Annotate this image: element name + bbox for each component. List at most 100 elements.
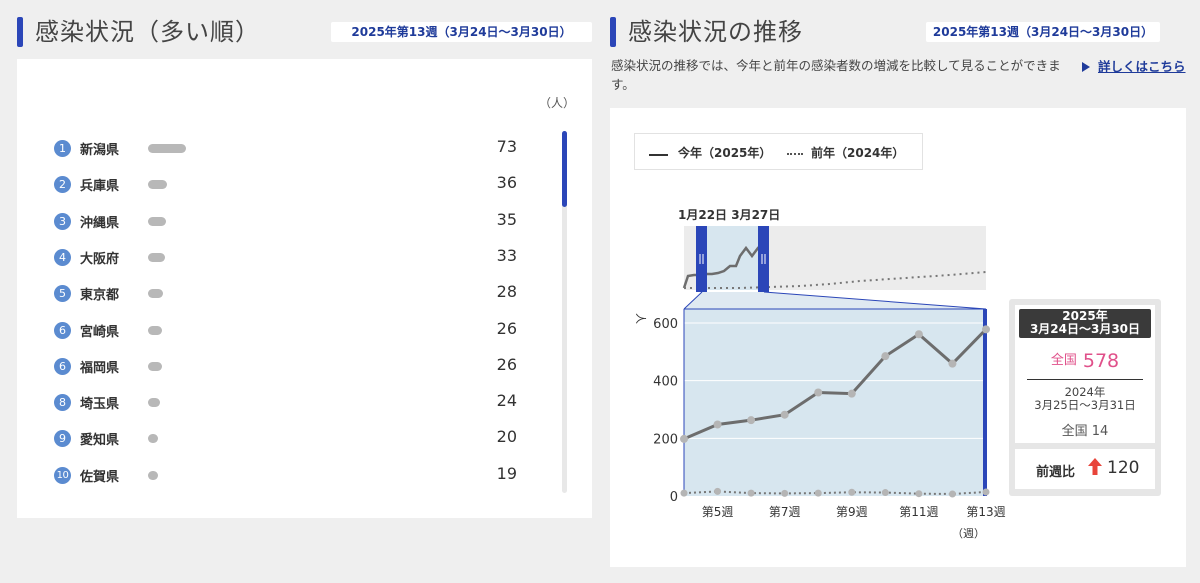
x-tick-label: 第7週 <box>769 505 801 519</box>
ranking-row: 3 沖縄県 35 <box>17 209 557 249</box>
info-box: 2025年 3月24日〜3月30日 全国 578 2024年 3月25日〜3月31… <box>1009 299 1161 496</box>
rank-number-badge: 6 <box>54 357 71 375</box>
brush-range-label: 1月22日 3月27日 <box>678 208 780 222</box>
rank-number-badge: 1 <box>54 140 71 157</box>
up-arrow-icon <box>1088 458 1102 475</box>
brush-handle-right[interactable] <box>758 226 769 292</box>
zoom-connector <box>684 292 986 309</box>
info-date-badge: 2025年 3月24日〜3月30日 <box>1019 309 1151 338</box>
ranking-row: 8 埼玉県 24 <box>17 391 557 430</box>
info-prev-range: 3月25日〜3月31日 <box>1034 398 1136 412</box>
header-accent-bar <box>17 17 23 47</box>
ranking-row: 6 福岡県 26 <box>17 354 557 394</box>
plot-area <box>684 309 986 496</box>
previous-year-point <box>915 490 923 498</box>
rank-number-badge: 8 <box>54 394 71 412</box>
y-tick-label: 400 <box>653 375 678 390</box>
play-triangle-icon <box>1082 62 1090 72</box>
compare-label: 前週比 <box>1036 465 1076 480</box>
rank-value: 26 <box>496 318 517 338</box>
rank-bar <box>148 180 167 190</box>
current-year-point <box>881 352 890 361</box>
ranking-row: 6 宮崎県 26 <box>17 318 557 358</box>
current-year-point <box>780 410 789 419</box>
trend-chart-card: 今年（2025年） 前年（2024年） 1月22日 3月27日 0 200 400 6… <box>610 108 1186 567</box>
info-prev-value: 全国 14 <box>1061 424 1109 439</box>
current-year-point <box>814 388 823 397</box>
ranking-week-badge: 2025年第13週（3月24日〜3月30日） <box>331 22 592 42</box>
rank-value: 24 <box>496 391 517 411</box>
rank-number-badge: 2 <box>54 176 71 194</box>
ranking-row: 2 兵庫県 36 <box>17 173 557 212</box>
ranking-header: 感染状況（多い順） 2025年第13週（3月24日〜3月30日） <box>17 14 592 50</box>
header-accent-bar <box>610 17 616 47</box>
rank-value: 20 <box>496 427 517 447</box>
rank-bar <box>148 434 159 444</box>
rank-value: 73 <box>496 137 517 156</box>
brush-handle-left[interactable] <box>696 226 707 292</box>
trend-description: 感染状況の推移では、今年と前年の感染者数の増減を比較して見ることができます。 <box>611 58 1061 92</box>
x-tick-label: 第5週 <box>702 505 734 519</box>
rank-prefecture: 福岡県 <box>80 360 120 376</box>
x-tick-label: 第13週 <box>966 505 1005 519</box>
rank-bar <box>148 216 167 226</box>
x-tick-label: 第11週 <box>899 505 938 519</box>
rank-prefecture: 佐賀県 <box>80 469 120 485</box>
previous-year-point <box>848 488 856 496</box>
rank-bar <box>148 398 161 408</box>
current-year-point <box>982 325 990 334</box>
current-year-point <box>747 416 756 425</box>
ranking-row: 9 愛知県 20 <box>17 427 557 466</box>
x-tick-label: 第9週 <box>836 505 868 519</box>
rank-value: 26 <box>496 354 517 374</box>
rank-value: 35 <box>496 209 517 229</box>
ranking-scrollbar-thumb[interactable] <box>562 131 567 207</box>
ranking-card: （人） 1 新潟県 73 2 兵庫県 36 3 沖縄県 35 4 大阪府 33 5 東京都 28 6 宮崎県 26… <box>17 59 592 518</box>
rank-bar <box>148 361 162 371</box>
previous-year-point <box>747 489 755 497</box>
ranking-row: 1 新潟県 73 <box>17 137 557 176</box>
rank-prefecture: 大阪府 <box>80 251 120 267</box>
previous-year-point <box>881 489 889 497</box>
detail-link[interactable]: 詳しくはこちら <box>1082 56 1186 75</box>
rank-value: 33 <box>496 245 517 265</box>
info-prev-date: 2024年 3月25日〜3月31日 <box>1015 386 1155 412</box>
rank-prefecture: 兵庫県 <box>80 179 120 195</box>
rank-prefecture: 愛知県 <box>80 433 120 449</box>
previous-year-point <box>982 488 990 496</box>
info-date-range: 3月24日〜3月30日 <box>1029 322 1141 336</box>
rank-value: 36 <box>496 173 517 193</box>
current-year-point <box>847 389 856 398</box>
rank-bar <box>148 252 166 262</box>
rank-prefecture: 沖縄県 <box>80 215 120 231</box>
current-year-point <box>914 330 923 339</box>
previous-year-point <box>680 489 688 497</box>
rank-number-badge: 10 <box>54 466 71 484</box>
rank-prefecture: 宮崎県 <box>80 324 120 340</box>
x-axis: 第5週 第7週 第9週 第11週 第13週 <box>702 505 1006 519</box>
ranking-title: 感染状況（多い順） <box>35 18 260 46</box>
info-current-number: 578 <box>1082 350 1120 372</box>
y-tick-label: 0 <box>670 490 678 505</box>
previous-year-point <box>814 489 822 497</box>
ranking-row: 5 東京都 28 <box>17 282 557 321</box>
previous-year-point <box>948 490 956 498</box>
ranking-row: 10 佐賀県 19 <box>17 464 557 503</box>
rank-bar <box>148 325 162 335</box>
current-year-point <box>680 434 688 443</box>
rank-number-badge: 6 <box>54 321 71 339</box>
y-tick-label: 600 <box>653 317 678 332</box>
trend-header: 感染状況の推移 2025年第13週（3月24日〜3月30日） <box>610 14 1186 50</box>
trend-week-badge: 2025年第13週（3月24日〜3月30日） <box>926 22 1160 42</box>
rank-value: 28 <box>496 282 517 302</box>
trend-title: 感染状況の推移 <box>628 18 803 46</box>
y-unit-label: 人 <box>634 313 647 324</box>
overview-selection <box>702 226 764 290</box>
rank-bar <box>148 470 158 480</box>
info-divider <box>1027 379 1143 380</box>
rank-bar <box>148 144 186 153</box>
info-national-label: 全国 <box>1050 353 1077 368</box>
ranking-scrollbar[interactable] <box>562 131 567 493</box>
rank-prefecture: 東京都 <box>80 288 120 304</box>
compare-value: 120 <box>1107 458 1140 478</box>
